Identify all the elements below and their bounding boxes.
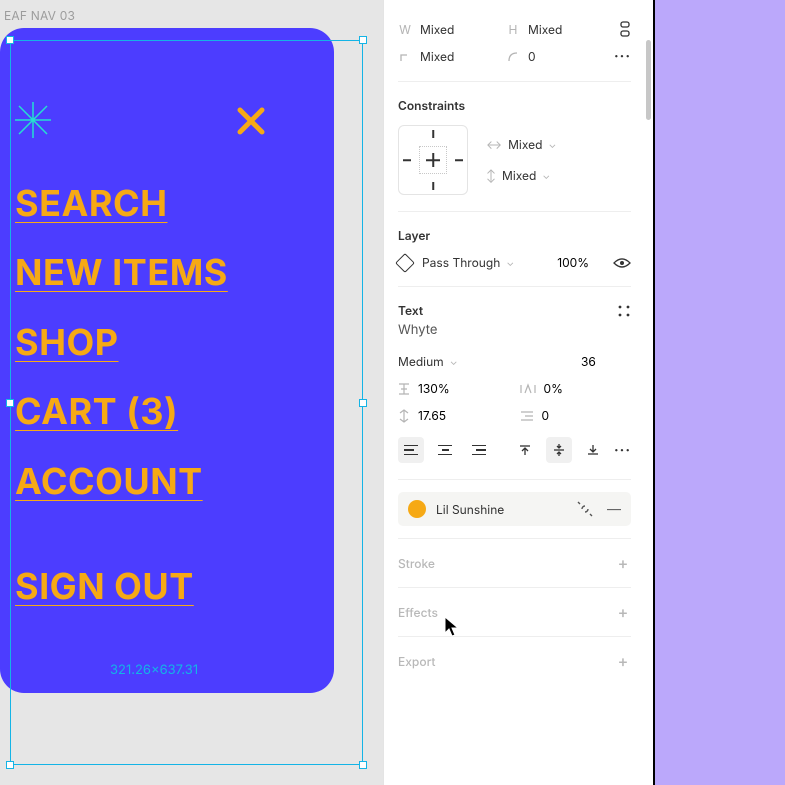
detach-style-icon[interactable] — [577, 501, 593, 517]
add-export-button[interactable]: + — [615, 653, 631, 669]
text-more-button[interactable]: ··· — [614, 442, 631, 459]
height-value[interactable]: Mixed — [528, 22, 606, 37]
radius-value[interactable]: 0 — [528, 49, 606, 64]
fill-swatch — [408, 500, 426, 518]
inspector-scrollbar[interactable] — [646, 40, 651, 120]
resize-handle-mr[interactable] — [359, 399, 367, 407]
effects-title: Effects — [398, 605, 438, 620]
frame-more-button[interactable]: ··· — [614, 48, 631, 65]
constraint-diagram[interactable] — [398, 125, 468, 195]
text-title: Text — [398, 303, 423, 318]
font-size-value[interactable]: 36 — [581, 354, 631, 369]
resize-handle-br[interactable] — [359, 761, 367, 769]
chevron-down-icon: ⌄ — [450, 356, 458, 368]
paragraph-spacing-value[interactable]: 17.65 — [418, 408, 446, 423]
adjacent-frame[interactable] — [653, 0, 785, 785]
text-align-left-button[interactable] — [398, 437, 424, 463]
font-family-input[interactable] — [398, 318, 631, 342]
letter-spacing-icon — [520, 383, 536, 395]
paragraph-spacing-icon — [398, 409, 410, 423]
width-value[interactable]: Mixed — [420, 22, 498, 37]
paragraph-indent-value[interactable]: 0 — [542, 408, 550, 423]
line-height-value[interactable]: 130% — [418, 381, 450, 396]
constraint-horizontal-value: Mixed — [508, 137, 542, 152]
rotation-icon — [398, 51, 412, 63]
blend-mode-icon — [395, 253, 415, 273]
text-valign-bottom-button[interactable] — [580, 437, 606, 463]
constraint-horizontal-dropdown[interactable]: ↔ Mixed ⌄ — [486, 137, 556, 152]
remove-fill-button[interactable]: — — [607, 501, 621, 518]
resize-handle-bl[interactable] — [6, 761, 14, 769]
radius-icon — [506, 51, 520, 63]
frame-label: EAF NAV 03 — [4, 8, 75, 23]
text-style-icon[interactable] — [617, 304, 631, 318]
rotation-value[interactable]: Mixed — [420, 49, 498, 64]
constraint-vertical-value: Mixed — [502, 168, 536, 183]
selection-outline — [10, 40, 363, 765]
chevron-down-icon: ⌄ — [548, 139, 556, 151]
add-effect-button[interactable]: + — [615, 604, 631, 620]
text-align-center-button[interactable] — [432, 437, 458, 463]
text-valign-middle-button[interactable] — [546, 437, 572, 463]
resize-handle-ml[interactable] — [6, 399, 14, 407]
height-label: H — [506, 22, 520, 37]
fill-style-chip[interactable]: Lil Sunshine — — [398, 492, 631, 526]
chevron-down-icon: ⌄ — [506, 257, 514, 269]
export-title: Export — [398, 654, 436, 669]
resize-handle-tl[interactable] — [6, 36, 14, 44]
add-stroke-button[interactable]: + — [615, 555, 631, 571]
constraints-title: Constraints — [398, 98, 631, 113]
line-height-icon — [398, 382, 410, 396]
layer-opacity-value[interactable]: 100% — [557, 255, 589, 270]
resize-constrain-icon[interactable] — [619, 20, 631, 38]
width-label: W — [398, 22, 412, 37]
chevron-down-icon: ⌄ — [542, 170, 550, 182]
canvas-area[interactable]: EAF NAV 03 SEARCH NEW ITEMS SHOP CART (3… — [0, 0, 383, 785]
fill-style-name: Lil Sunshine — [436, 502, 504, 517]
font-weight-value: Medium — [398, 354, 444, 369]
blend-mode-dropdown[interactable]: Pass Through ⌄ — [422, 255, 514, 270]
stroke-title: Stroke — [398, 556, 435, 571]
letter-spacing-value[interactable]: 0% — [544, 381, 563, 396]
paragraph-indent-icon — [520, 410, 534, 422]
blend-mode-value: Pass Through — [422, 255, 500, 270]
text-align-right-button[interactable] — [466, 437, 492, 463]
layer-title: Layer — [398, 228, 631, 243]
visibility-toggle-icon[interactable] — [613, 257, 631, 269]
text-valign-top-button[interactable] — [512, 437, 538, 463]
inspector-panel: W Mixed H Mixed Mixed 0 ··· Constraints — [383, 0, 653, 785]
selection-dimensions: 321.26×637.31 — [110, 662, 198, 678]
resize-handle-tr[interactable] — [359, 36, 367, 44]
constraint-vertical-dropdown[interactable]: ↕ Mixed ⌄ — [486, 168, 556, 183]
font-weight-dropdown[interactable]: Medium ⌄ — [398, 354, 571, 369]
